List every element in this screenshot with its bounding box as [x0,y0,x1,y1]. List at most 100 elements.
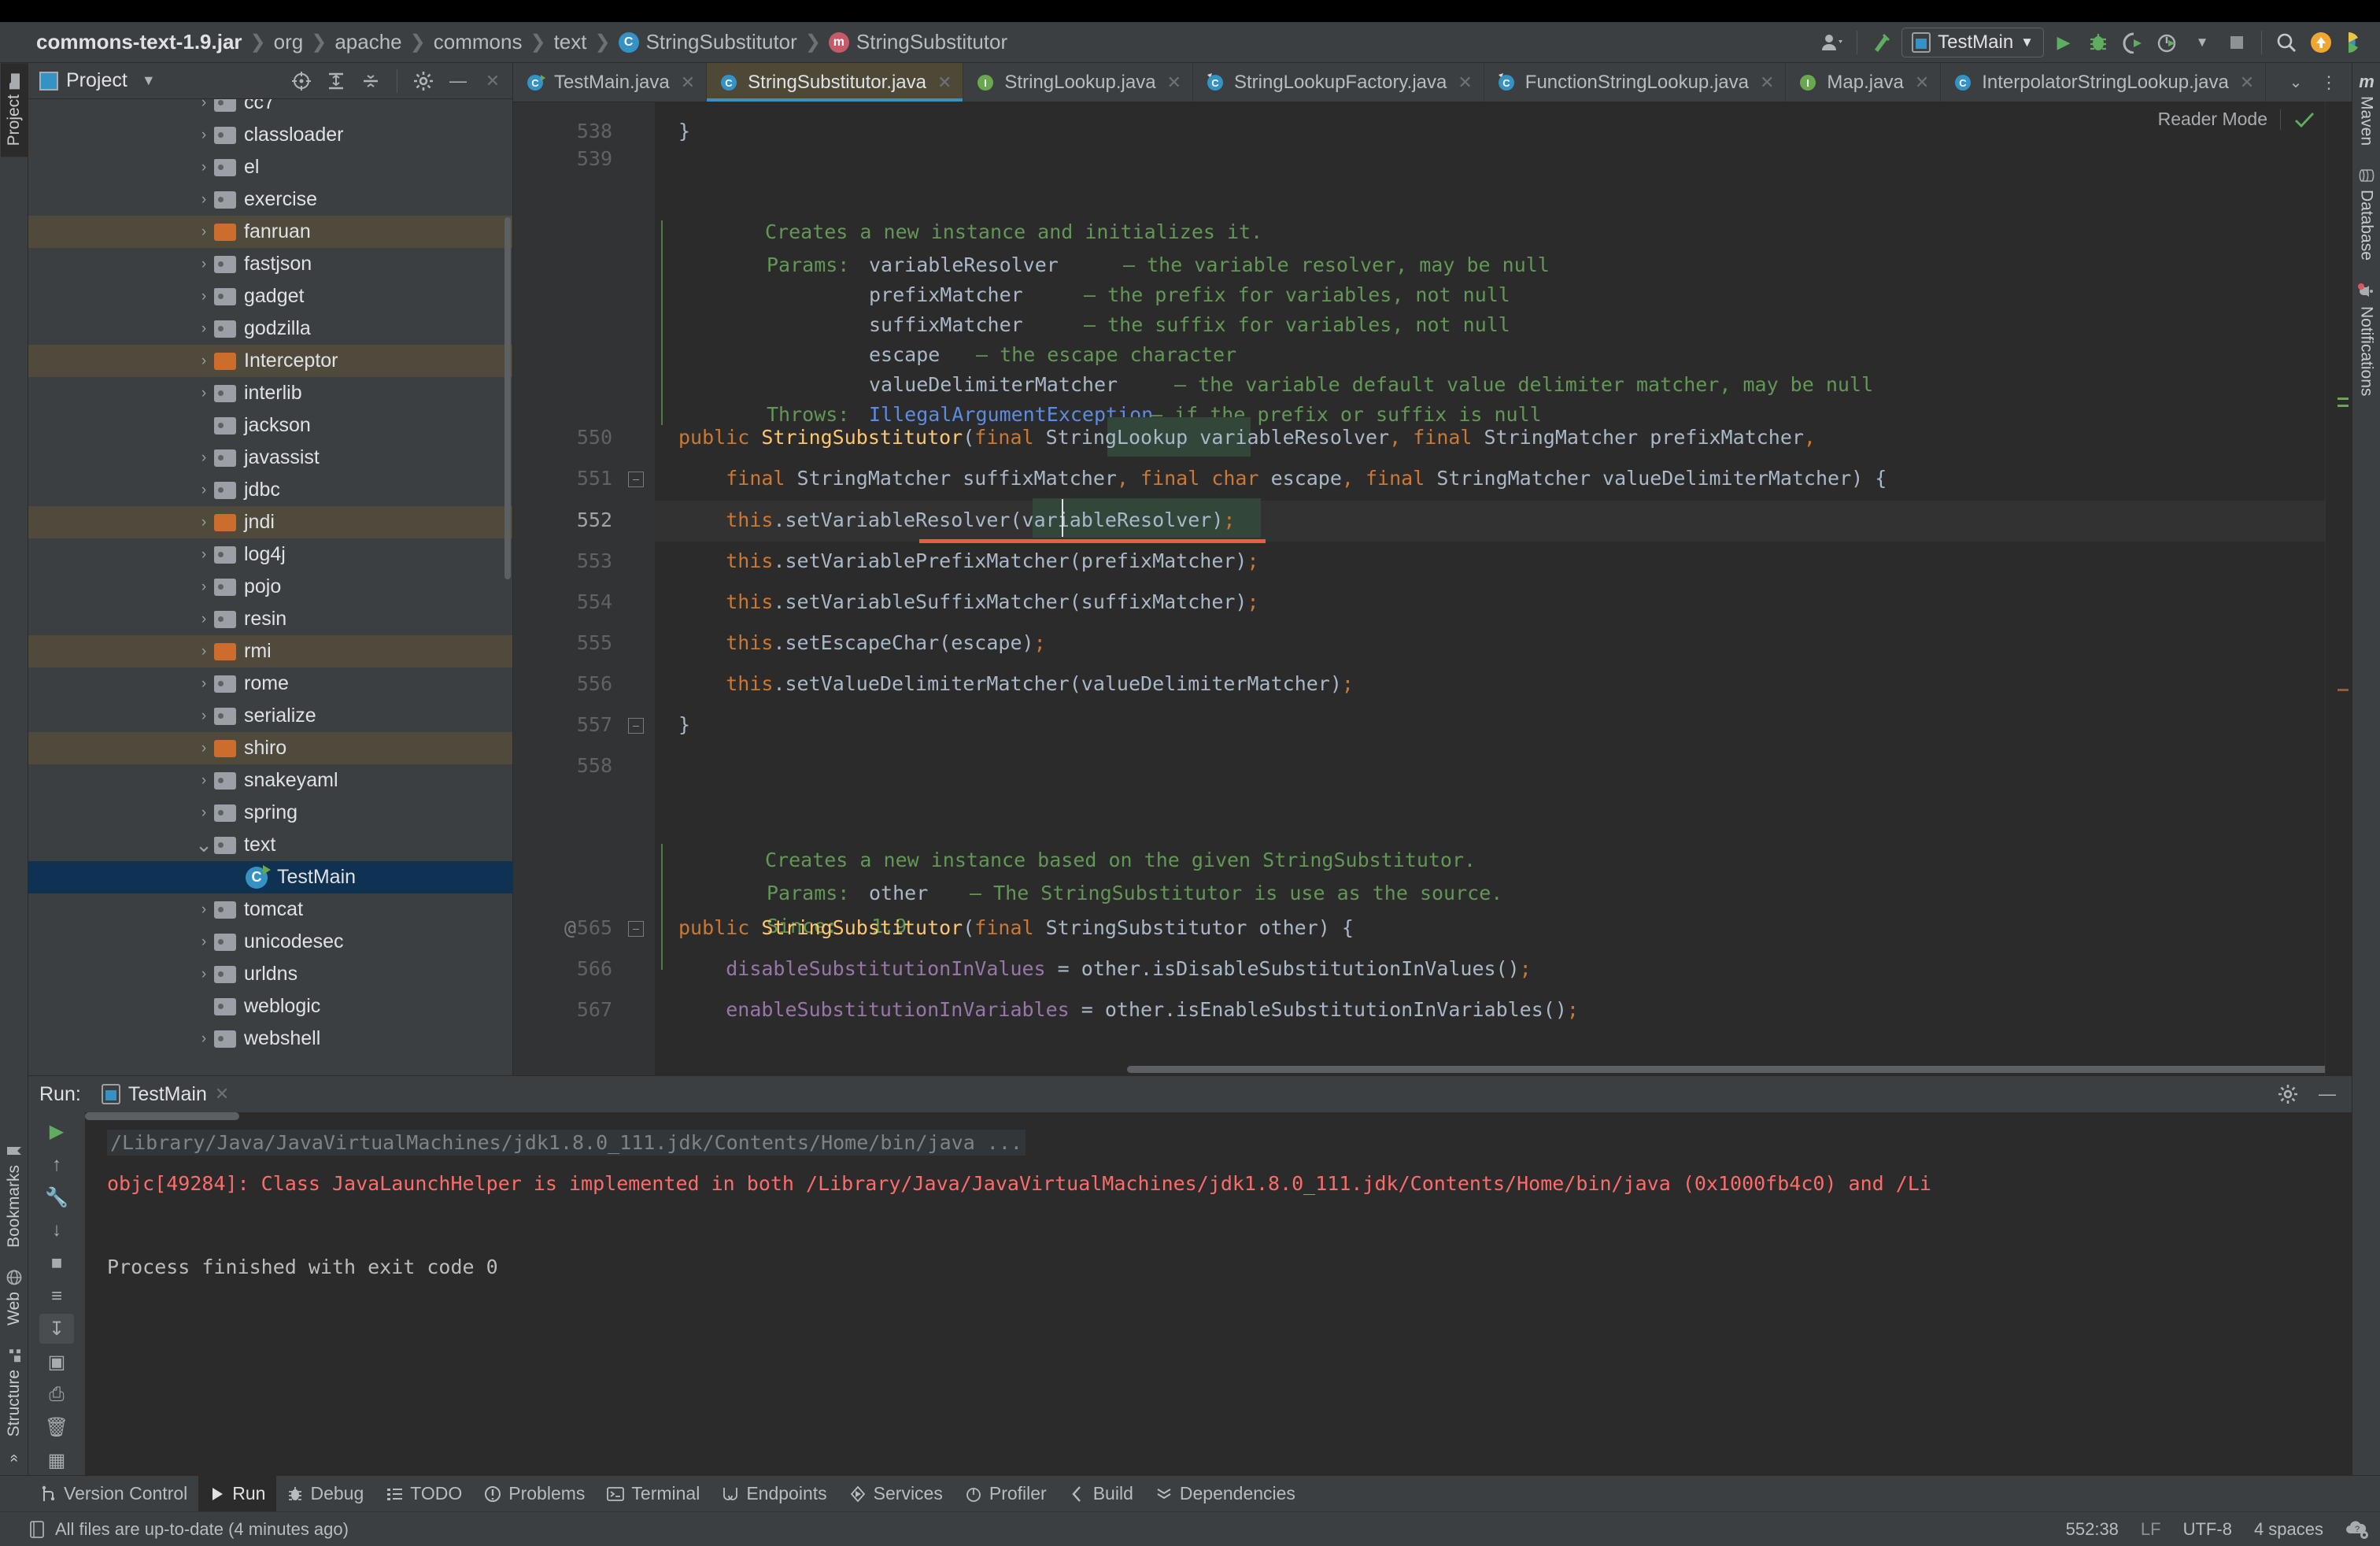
chevron-down-icon[interactable]: ▼ [2187,28,2217,57]
editor-marker-bar[interactable] [2325,102,2352,1075]
sidebar-item-maven[interactable]: m Maven [2352,63,2380,157]
console-scrollbar[interactable] [85,1112,239,1120]
tree-node-jackson[interactable]: jackson [28,409,512,442]
file-encoding[interactable]: UTF-8 [2183,1519,2232,1540]
ai-assistant-icon[interactable]: ? [2345,1519,2369,1540]
tree-node-tomcat[interactable]: › tomcat [28,893,512,926]
close-icon[interactable]: ✕ [479,68,506,94]
scroll-from-source-icon[interactable] [288,68,315,94]
stop-icon[interactable] [2222,28,2252,57]
tool-window-dependencies[interactable]: Dependencies [1144,1476,1306,1512]
chevron-right-icon[interactable]: › [194,514,214,531]
event-log-icon[interactable] [28,1520,46,1539]
editor-tab-stringlookupfactory[interactable]: C StringLookupFactory.java ✕ [1193,63,1484,102]
tree-node-javassist[interactable]: › javassist [28,442,512,474]
sidebar-item-structure[interactable]: Structure [1,1337,28,1448]
annotation-marker[interactable]: @ [564,916,576,939]
editor-tab-stringlookup[interactable]: I StringLookup.java ✕ [963,63,1193,102]
tool-window-profiler[interactable]: Profiler [954,1476,1058,1512]
tree-node-serialize[interactable]: › serialize [28,700,512,732]
tree-node-log4j[interactable]: › log4j [28,538,512,571]
tree-node-webshell[interactable]: › webshell [28,1023,512,1055]
tree-node-weblogic[interactable]: weblogic [28,990,512,1023]
tree-node-exercise[interactable]: › exercise [28,183,512,216]
tree-node-text[interactable]: ⌄ text [28,829,512,861]
grid-icon[interactable]: ▦ [39,1445,74,1475]
debug-icon[interactable] [2083,28,2113,57]
chevron-right-icon[interactable]: › [194,740,214,757]
sidebar-item-web[interactable]: Web [1,1259,28,1337]
fold-marker-icon[interactable]: – [628,472,644,487]
tool-window-endpoints[interactable]: Endpoints [711,1476,837,1512]
trash-icon[interactable]: 🗑 [39,1413,74,1443]
close-icon[interactable]: ✕ [1915,72,1929,93]
run-with-coverage-icon[interactable] [2118,28,2148,57]
tool-window-todo[interactable]: TODO [375,1476,473,1512]
gear-icon[interactable] [2275,1081,2301,1108]
tree-node-spring[interactable]: › spring [28,797,512,829]
close-icon[interactable]: ✕ [2240,72,2254,93]
code-content[interactable]: } Creates a new instance and initializes… [655,102,2325,1075]
chevron-right-icon[interactable]: › [194,127,214,144]
wrench-icon[interactable]: 🔧 [39,1182,74,1212]
indent-setting[interactable]: 4 spaces [2254,1519,2323,1540]
chevron-right-icon[interactable]: › [194,191,214,209]
tree-node-rmi[interactable]: › rmi [28,635,512,668]
chevron-right-icon[interactable]: › [194,224,214,241]
run-icon[interactable]: ▶ [2049,28,2079,57]
tree-node-shiro[interactable]: › shiro [28,732,512,764]
tree-node-cc7[interactable]: › cc7 [28,99,512,119]
hide-icon[interactable]: — [445,68,471,94]
camera-icon[interactable]: ▣ [39,1347,74,1377]
chevron-right-icon[interactable]: › [194,772,214,790]
close-icon[interactable]: ✕ [681,72,695,93]
updates-icon[interactable] [2306,28,2336,57]
more-vertical-icon[interactable]: ⋮ [2314,68,2344,98]
chevron-down-icon[interactable]: ▼ [135,68,162,94]
chevron-right-icon[interactable]: › [194,1030,214,1048]
tool-window-run[interactable]: Run [198,1475,277,1512]
project-tree-scrollbar[interactable] [504,217,511,579]
editor-tab-interpolatorstringlookup[interactable]: C InterpolatorStringLookup.java ✕ [1941,63,2267,102]
chevron-right-icon[interactable]: › [194,643,214,660]
soft-wrap-icon[interactable]: ≡ [39,1282,74,1311]
reader-mode-indicator[interactable]: Reader Mode [2158,109,2315,130]
chevron-right-icon[interactable]: › [194,449,214,467]
tree-node-resin[interactable]: › resin [28,603,512,635]
more-chevrons-icon[interactable]: » [2,1448,27,1469]
chevron-right-icon[interactable]: › [194,804,214,822]
tree-node-el[interactable]: › el [28,151,512,183]
run-console-output[interactable]: /Library/Java/JavaVirtualMachines/jdk1.8… [85,1112,2352,1475]
tree-node-urldns[interactable]: › urldns [28,958,512,990]
close-icon[interactable]: ✕ [1760,72,1774,93]
tree-node-interceptor[interactable]: › Interceptor [28,345,512,377]
project-tree[interactable]: › cc7 › classloader › el › exercise › fanruan › fas… [28,99,512,1075]
stop-icon[interactable]: ■ [39,1248,74,1278]
ide-icon[interactable] [2341,28,2371,57]
breadcrumb-item-org[interactable]: org [266,30,312,54]
tool-window-version-control[interactable]: Version Control [28,1476,198,1512]
tree-node-interlib[interactable]: › interlib [28,377,512,409]
editor-gutter[interactable]: 538 539 550 551 – 552 553 554 555 556 55… [513,102,655,1075]
breadcrumb-item-commons[interactable]: commons [426,30,530,54]
chevron-down-icon[interactable]: ⌄ [194,833,214,857]
search-everywhere-icon[interactable] [2271,28,2301,57]
breadcrumb-item-method[interactable]: m StringSubstitutor [821,30,1015,54]
line-separator[interactable]: LF [2141,1519,2161,1540]
close-icon[interactable]: ✕ [1167,72,1181,93]
chevron-down-icon[interactable]: ⌄ [2281,68,2311,98]
close-icon[interactable]: ✕ [215,1084,229,1104]
account-icon[interactable] [1817,28,1847,57]
tool-window-debug[interactable]: Debug [276,1476,375,1512]
editor-tab-functionstringlookup[interactable]: C FunctionStringLookup.java ✕ [1484,63,1787,102]
tool-window-problems[interactable]: Problems [473,1476,596,1512]
tool-window-services[interactable]: Services [838,1476,954,1512]
caret-position[interactable]: 552:38 [2066,1519,2119,1540]
chevron-right-icon[interactable]: › [194,256,214,273]
editor-horizontal-scrollbar[interactable] [655,1063,2352,1075]
chevron-right-icon[interactable]: › [194,934,214,951]
tree-node-classloader[interactable]: › classloader [28,119,512,151]
breadcrumb-item-jar[interactable]: commons-text-1.9.jar [28,30,250,54]
chevron-right-icon[interactable]: › [194,288,214,305]
sidebar-item-bookmarks[interactable]: Bookmarks [1,1132,28,1259]
